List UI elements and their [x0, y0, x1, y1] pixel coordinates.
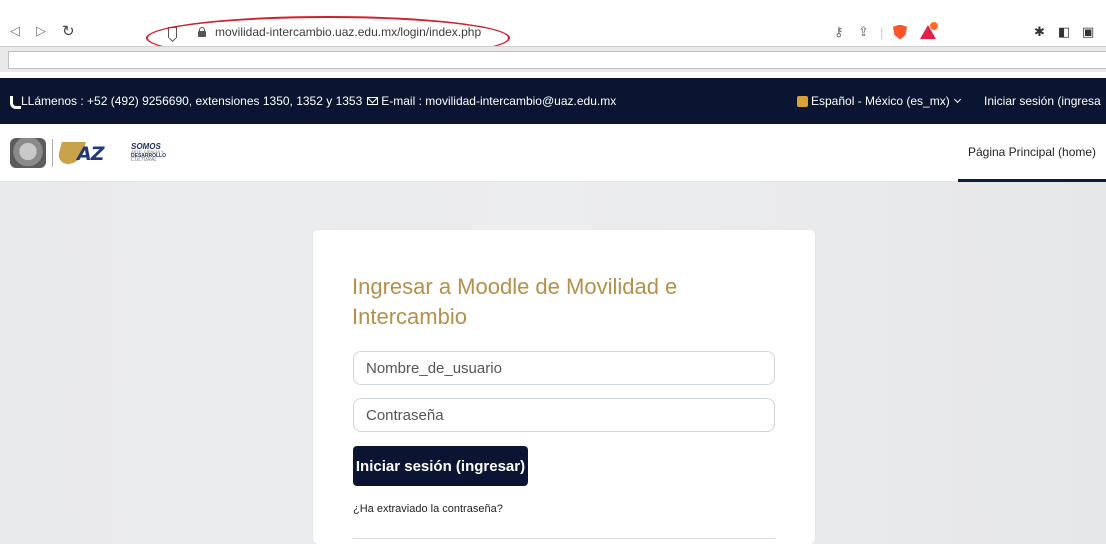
card-divider — [353, 538, 775, 539]
brave-shield-icon[interactable] — [893, 22, 907, 42]
logo-group[interactable]: AZ SOMOS ARTE, CIENCIA Y DESARROLLO CULT… — [10, 138, 166, 168]
toolbar-divider: | — [880, 24, 884, 40]
contact-email-text: E-mail : movilidad-intercambio@uaz.edu.m… — [381, 94, 617, 108]
share-icon[interactable]: ⇪ — [858, 22, 869, 42]
uaz-logo: AZ — [56, 140, 123, 166]
login-link[interactable]: Iniciar sesión (ingresa — [984, 94, 1101, 108]
somos-logo: SOMOS ARTE, CIENCIA Y DESARROLLO CULTURA… — [131, 143, 166, 163]
login-card: Ingresar a Moodle de Movilidad e Interca… — [313, 230, 815, 544]
reload-icon[interactable]: ↻ — [62, 22, 75, 40]
brave-rewards-icon[interactable] — [920, 22, 938, 42]
contact-phone-text: LLámenos : +52 (492) 9256690, extensione… — [21, 94, 363, 108]
language-icon — [797, 95, 808, 107]
chevron-down-icon — [953, 95, 961, 104]
cultural-text: CULTURAL — [131, 157, 158, 164]
username-input[interactable]: Nombre_de_usuario — [353, 351, 775, 385]
password-input[interactable]: Contraseña — [353, 398, 775, 432]
extensions-icon[interactable]: ✱ — [1034, 22, 1045, 42]
language-selector[interactable]: Español - México (es_mx) — [797, 94, 961, 108]
login-button[interactable]: Iniciar sesión (ingresar) — [353, 446, 528, 486]
forgot-password-link[interactable]: ¿Ha extraviado la contraseña? — [353, 503, 503, 515]
bookmarks-bar — [0, 46, 1106, 72]
wallet-icon[interactable]: ▣ — [1082, 22, 1094, 42]
contact-info: LLámenos : +52 (492) 9256690, extensione… — [10, 94, 617, 109]
browser-toolbar: ◁ ▷ ↻ movilidad-intercambio.uaz.edu.mx/l… — [0, 0, 1106, 60]
site-topbar: LLámenos : +52 (492) 9256690, extensione… — [0, 78, 1106, 124]
phone-icon — [10, 96, 21, 109]
login-title: Ingresar a Moodle de Movilidad e Interca… — [352, 274, 678, 329]
logo-divider — [52, 139, 53, 167]
main-content: Ingresar a Moodle de Movilidad e Interca… — [0, 182, 1106, 544]
university-seal-logo — [10, 138, 46, 168]
forward-arrow-icon[interactable]: ▷ — [36, 22, 46, 40]
sidebar-icon[interactable]: ◧ — [1058, 22, 1070, 42]
mail-icon — [367, 97, 379, 105]
key-icon[interactable]: ⚷ — [834, 22, 844, 42]
nav-home-tab[interactable]: Página Principal (home) — [958, 124, 1106, 182]
site-header: AZ SOMOS ARTE, CIENCIA Y DESARROLLO CULT… — [0, 124, 1106, 182]
back-arrow-icon[interactable]: ◁ — [10, 22, 20, 40]
language-label: Español - México (es_mx) — [811, 94, 950, 108]
